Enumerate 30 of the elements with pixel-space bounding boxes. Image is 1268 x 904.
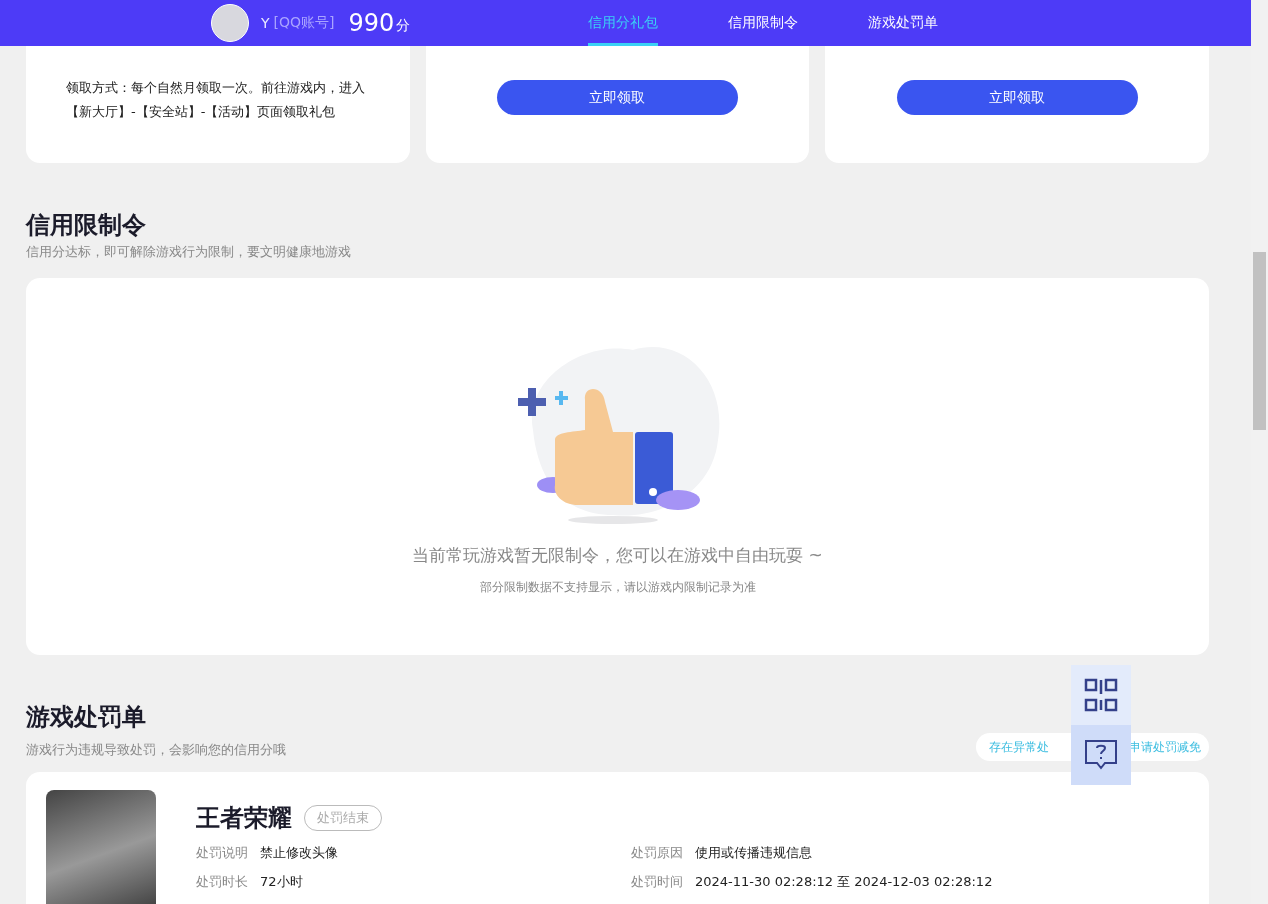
score-unit: 分: [396, 17, 411, 35]
empty-note: 部分限制数据不支持显示，请以游戏内限制记录为准: [479, 579, 756, 596]
section-subtitle: 游戏行为违规导致处罚，会影响您的信用分哦: [26, 741, 286, 759]
claim-button[interactable]: 立即领取: [497, 80, 738, 115]
field-label: 处罚时长: [196, 873, 248, 891]
claim-instructions: 领取方式：每个自然月领取一次。前往游戏内，进入【新大厅】-【安全站】-【活动】页面领取礼包: [65, 79, 366, 121]
field-value: 禁止修改头像: [260, 844, 338, 862]
help-chat-icon: [1084, 739, 1118, 771]
section-title: 信用限制令: [26, 210, 147, 241]
section-title: 游戏处罚单: [26, 702, 147, 733]
field-value: 使用或传播违规信息: [695, 844, 812, 862]
claim-button[interactable]: 立即领取: [896, 80, 1138, 115]
field-label: 处罚时间: [631, 873, 683, 891]
scrollbar-thumb[interactable]: [1253, 252, 1266, 430]
qr-code-button[interactable]: [1071, 665, 1131, 725]
credit-score: 990: [348, 9, 395, 37]
qr-code-icon: [1084, 678, 1118, 712]
nav-tab[interactable]: 游戏处罚单: [868, 0, 939, 46]
section-subtitle: 信用分达标，即可解除游戏行为限制，要文明健康地游戏: [26, 243, 352, 261]
field-label: 处罚原因: [631, 844, 683, 862]
field-label: 处罚说明: [196, 844, 248, 862]
account-type: [QQ账号]: [273, 14, 335, 32]
help-button[interactable]: [1071, 725, 1131, 785]
field-value: 2024-11-30 02:28:12 至 2024-12-03 02:28:12: [695, 873, 993, 891]
empty-message: 当前常玩游戏暂无限制令，您可以在游戏中自由玩耍 ~: [412, 544, 823, 567]
avatar: [211, 4, 249, 42]
nav-tab[interactable]: 信用限制令: [728, 0, 799, 46]
game-name: 王者荣耀: [196, 803, 292, 834]
user-name: Y: [261, 15, 270, 31]
field-value: 72小时: [260, 873, 303, 891]
